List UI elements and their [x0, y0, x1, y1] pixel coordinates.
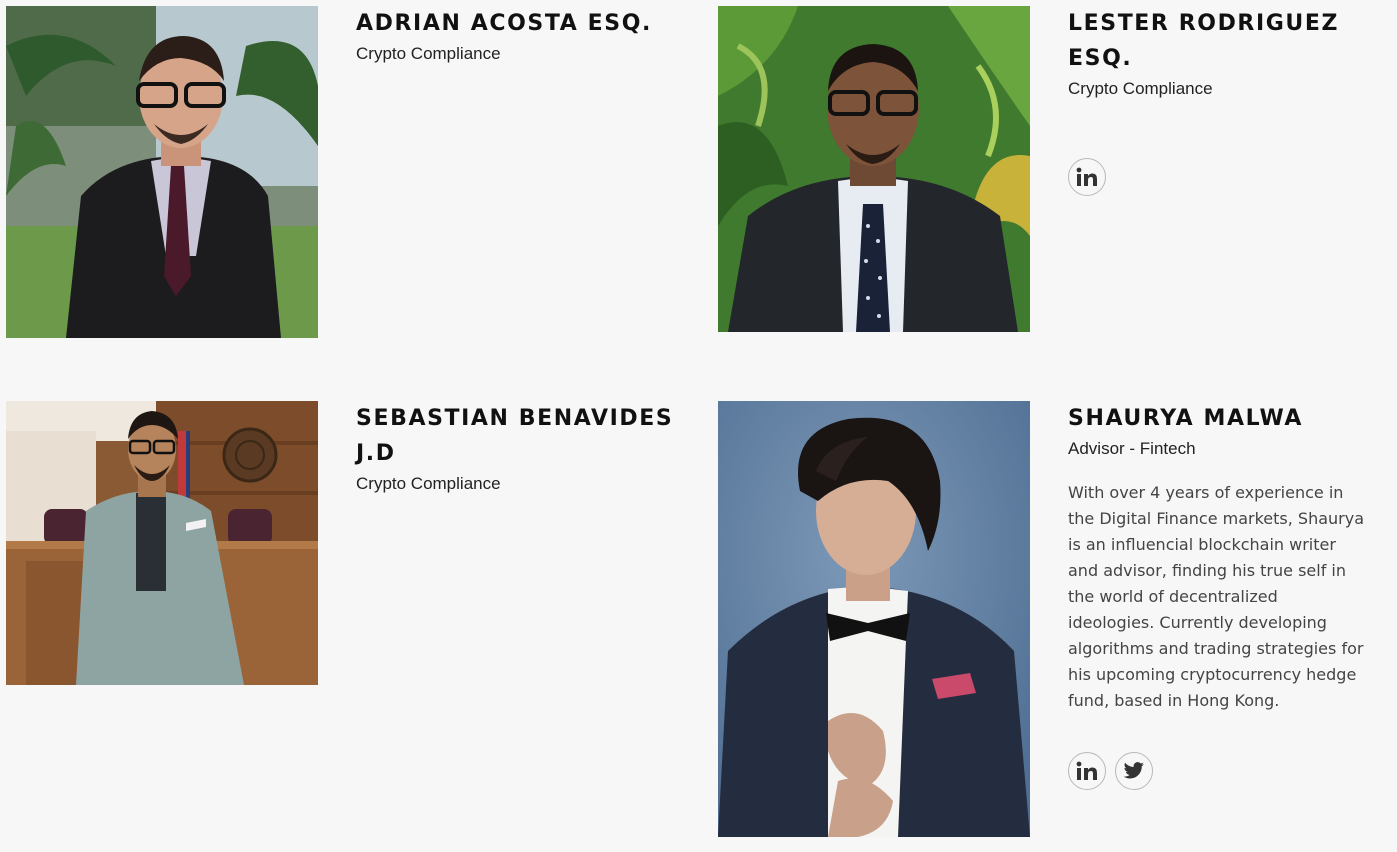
member-photo-sebastian-benavides: [6, 401, 318, 685]
linkedin-icon: [1076, 761, 1097, 780]
member-bio-shaurya-malwa: With over 4 years of experience in the D…: [1068, 480, 1364, 714]
bio-line: is an influencial blockchain writer: [1068, 535, 1336, 554]
member-photo-lester-rodriguez: [718, 6, 1030, 332]
bio-line: and advisor, finding his true self in: [1068, 561, 1346, 580]
member-role-adrian-acosta: Crypto Compliance: [356, 44, 501, 63]
bio-line: With over 4 years of experience in: [1068, 483, 1344, 502]
linkedin-button[interactable]: [1068, 158, 1106, 196]
member-name-line: J.D: [356, 441, 396, 466]
bio-line: algorithms and trading strategies for: [1068, 639, 1364, 658]
bio-line: the Digital Finance markets, Shaurya: [1068, 509, 1364, 528]
member-name-lester-rodriguez: LESTER RODRIGUEZ ESQ.: [1068, 6, 1339, 76]
linkedin-icon: [1076, 167, 1097, 186]
member-photo-shaurya-malwa: [718, 401, 1030, 837]
member-name-shaurya-malwa: SHAURYA MALWA: [1068, 406, 1304, 431]
bio-line: his upcoming cryptocurrency hedge: [1068, 665, 1357, 684]
twitter-icon: [1123, 762, 1144, 779]
linkedin-button[interactable]: [1068, 752, 1106, 790]
member-name-line: LESTER RODRIGUEZ: [1068, 11, 1340, 36]
member-name-line: SEBASTIAN BENAVIDES: [356, 406, 674, 431]
member-name-adrian-acosta: ADRIAN ACOSTA ESQ.: [356, 11, 652, 36]
member-photo-adrian-acosta: [6, 6, 318, 338]
member-role-lester-rodriguez: Crypto Compliance: [1068, 79, 1213, 98]
bio-line: the world of decentralized: [1068, 587, 1278, 606]
member-name-sebastian-benavides: SEBASTIAN BENAVIDES J.D: [356, 401, 673, 471]
bio-line: fund, based in Hong Kong.: [1068, 691, 1280, 710]
twitter-button[interactable]: [1115, 752, 1153, 790]
member-role-shaurya-malwa: Advisor - Fintech: [1068, 439, 1196, 458]
member-role-sebastian-benavides: Crypto Compliance: [356, 474, 501, 493]
bio-line: ideologies. Currently developing: [1068, 613, 1327, 632]
member-name-line: ESQ.: [1068, 46, 1133, 71]
